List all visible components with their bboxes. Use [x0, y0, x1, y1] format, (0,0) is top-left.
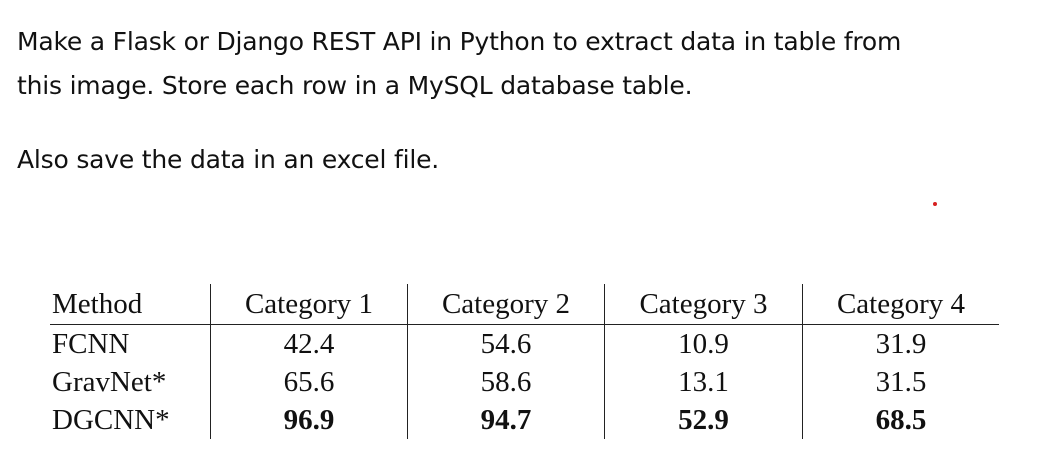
- header-method: Method: [50, 284, 211, 325]
- row-method-dgcnn: DGCNN*: [52, 404, 170, 436]
- cell-value-best: 94.7: [407, 401, 605, 439]
- header-category-1: Category 1: [210, 284, 408, 325]
- table-row: DGCNN* 96.9 94.7 52.9 68.5: [50, 401, 999, 439]
- cell-value: 31.5: [802, 363, 999, 401]
- row-method-fcnn: FCNN: [52, 328, 130, 360]
- cell-value: 58.6: [407, 363, 605, 401]
- prompt-line-1: Make a Flask or Django REST API in Pytho…: [17, 27, 902, 56]
- results-table: Method Category 1 Category 2 Category 3 …: [50, 284, 999, 439]
- red-dot-mark: [933, 202, 937, 206]
- header-category-2: Category 2: [407, 284, 605, 325]
- table-row: FCNN 42.4 54.6 10.9 31.9: [50, 324, 999, 363]
- cell-value: 54.6: [407, 324, 605, 363]
- cell-value-best: 52.9: [604, 401, 803, 439]
- cell-value: 65.6: [210, 363, 408, 401]
- cell-value-best: 68.5: [802, 401, 999, 439]
- prompt-line-3: Also save the data in an excel file.: [17, 145, 439, 174]
- row-method-gravnet: GravNet*: [52, 366, 167, 398]
- prompt-text: Make a Flask or Django REST API in Pytho…: [17, 20, 1022, 182]
- table-image: Method Category 1 Category 2 Category 3 …: [50, 284, 999, 439]
- cell-value: 31.9: [802, 324, 999, 363]
- table-header-row: Method Category 1 Category 2 Category 3 …: [50, 284, 999, 325]
- cell-value: 13.1: [604, 363, 803, 401]
- table-row: GravNet* 65.6 58.6 13.1 31.5: [50, 363, 999, 401]
- header-category-3: Category 3: [604, 284, 803, 325]
- cell-value-best: 96.9: [210, 401, 408, 439]
- cell-value: 42.4: [210, 324, 408, 363]
- prompt-line-2: this image. Store each row in a MySQL da…: [17, 71, 693, 100]
- cell-value: 10.9: [604, 324, 803, 363]
- header-category-4: Category 4: [802, 284, 999, 325]
